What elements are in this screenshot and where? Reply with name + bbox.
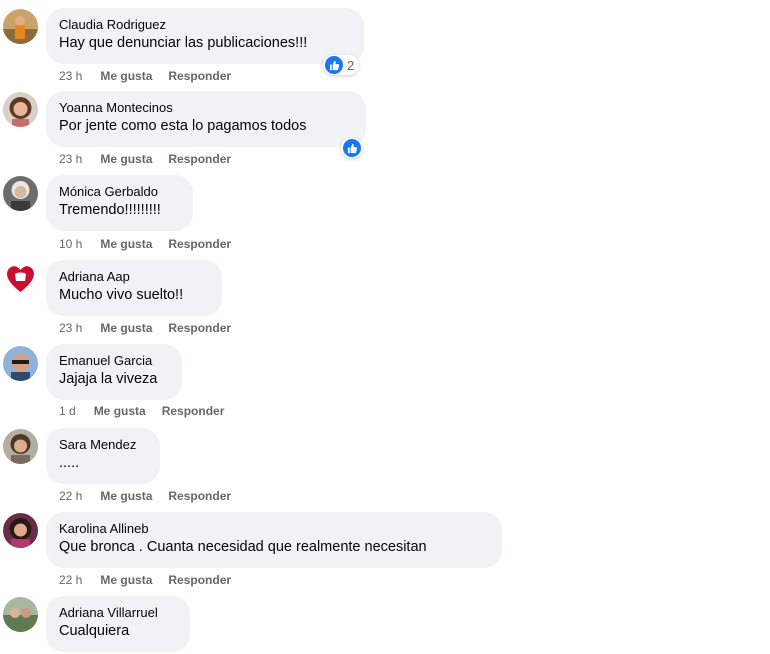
thumbs-up-icon (325, 56, 343, 74)
like-button[interactable]: Me gusta (94, 403, 146, 419)
avatar[interactable] (3, 597, 38, 632)
like-button[interactable]: Me gusta (100, 320, 152, 336)
comment-time[interactable]: 10 h (59, 236, 82, 252)
avatar[interactable] (3, 513, 38, 548)
comment-actions: 23 h Me gusta Responder (59, 68, 247, 84)
comment-text: Jajaja la viveza (59, 371, 158, 387)
comment-bubble: Sara Mendez ..... (46, 428, 160, 484)
reply-button[interactable]: Responder (168, 151, 231, 167)
reaction-badge[interactable] (341, 138, 363, 158)
avatar[interactable] (3, 429, 38, 464)
comment-time[interactable]: 23 h (59, 151, 82, 167)
reaction-count: 2 (347, 57, 355, 73)
comment-time[interactable]: 1 d (59, 403, 76, 419)
reply-button[interactable]: Responder (168, 236, 231, 252)
comment-author[interactable]: Adriana Villarruel (59, 604, 178, 621)
avatar[interactable] (3, 346, 38, 381)
comment-bubble: Emanuel Garcia Jajaja la viveza (46, 344, 182, 400)
like-button[interactable]: Me gusta (100, 572, 152, 588)
like-button[interactable]: Me gusta (100, 488, 152, 504)
avatar[interactable] (3, 261, 38, 296)
comment-actions: 1 d Me gusta Responder (59, 403, 240, 419)
avatar-photo-icon (3, 92, 38, 127)
avatar[interactable] (3, 176, 38, 211)
comment-author[interactable]: Mónica Gerbaldo (59, 183, 181, 200)
comment-text: Hay que denunciar las publicaciones!!! (59, 35, 308, 51)
avatar[interactable] (3, 92, 38, 127)
like-button[interactable]: Me gusta (100, 68, 152, 84)
comment-bubble: Mónica Gerbaldo Tremendo!!!!!!!!! (46, 175, 193, 231)
comment-text: Cualquiera (59, 623, 130, 639)
like-button[interactable]: Me gusta (100, 236, 152, 252)
like-button[interactable]: Me gusta (100, 151, 152, 167)
avatar-photo-icon (3, 597, 38, 632)
comment-bubble: Karolina Allineb Que bronca . Cuanta nec… (46, 512, 502, 568)
comment-text: Tremendo!!!!!!!!! (59, 202, 161, 218)
comment-actions: 23 h Me gusta Responder (59, 320, 247, 336)
comment-bubble: Yoanna Montecinos Por jente como esta lo… (46, 91, 366, 147)
reply-button[interactable]: Responder (168, 320, 231, 336)
reply-button[interactable]: Responder (168, 488, 231, 504)
avatar-photo-icon (3, 346, 38, 381)
comment-author[interactable]: Emanuel Garcia (59, 352, 170, 369)
thumbs-up-icon (343, 139, 361, 157)
comment-time[interactable]: 23 h (59, 68, 82, 84)
comment-time[interactable]: 22 h (59, 488, 82, 504)
comment-author[interactable]: Adriana Aap (59, 268, 210, 285)
comment-text: ..... (59, 455, 80, 471)
reply-button[interactable]: Responder (162, 403, 225, 419)
reply-button[interactable]: Responder (168, 68, 231, 84)
comment-time[interactable]: 23 h (59, 320, 82, 336)
avatar-photo-icon (3, 9, 38, 44)
avatar-photo-icon (3, 513, 38, 548)
comment-text: Que bronca . Cuanta necesidad que realme… (59, 539, 427, 555)
comment-actions: 10 h Me gusta Responder (59, 236, 247, 252)
heart-icon (3, 261, 38, 296)
comment-actions: 22 h Me gusta Responder (59, 488, 247, 504)
comment-bubble: Claudia Rodriguez Hay que denunciar las … (46, 8, 364, 64)
avatar[interactable] (3, 9, 38, 44)
reaction-badge[interactable]: 2 (323, 55, 360, 75)
comment-bubble: Adriana Aap Mucho vivo suelto!! (46, 260, 222, 316)
comment-author[interactable]: Yoanna Montecinos (59, 99, 354, 116)
comment-text: Mucho vivo suelto!! (59, 287, 184, 303)
comment-text: Por jente como esta lo pagamos todos (59, 118, 307, 134)
comment-author[interactable]: Sara Mendez (59, 436, 148, 453)
comment-bubble: Adriana Villarruel Cualquiera (46, 596, 190, 652)
comment-time[interactable]: 22 h (59, 572, 82, 588)
comment-author[interactable]: Karolina Allineb (59, 520, 490, 537)
comment-author[interactable]: Claudia Rodriguez (59, 16, 352, 33)
reply-button[interactable]: Responder (168, 572, 231, 588)
comment-actions: 23 h Me gusta Responder (59, 151, 247, 167)
comment-actions: 22 h Me gusta Responder (59, 572, 247, 588)
avatar-photo-icon (3, 429, 38, 464)
avatar-photo-icon (3, 176, 38, 211)
